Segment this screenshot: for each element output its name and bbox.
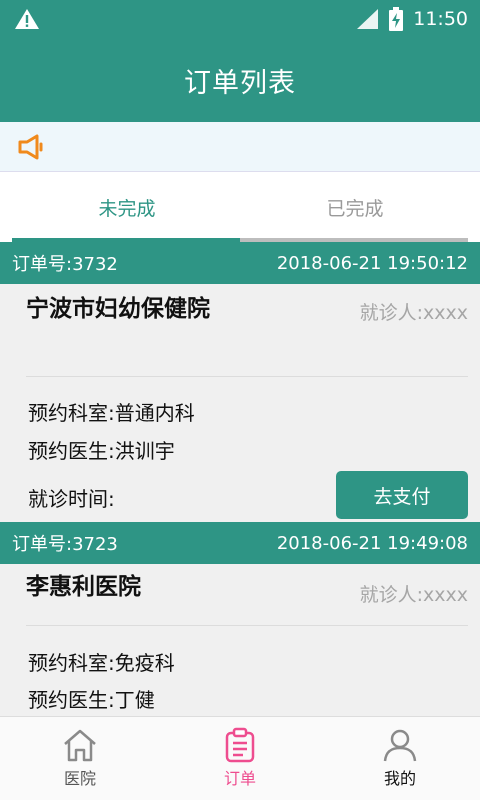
tab-pending[interactable]: 未完成	[12, 172, 242, 242]
order-card[interactable]: 订单号:3723 2018-06-21 19:49:08 李惠利医院 就诊人:x…	[0, 522, 480, 716]
hospital-name: 宁波市妇幼保健院	[26, 296, 210, 322]
app-bar: 订单列表	[0, 38, 480, 122]
home-icon	[64, 729, 96, 762]
department: 预约科室:普通内科	[28, 401, 195, 425]
order-header: 订单号:3732 2018-06-21 19:50:12	[0, 242, 480, 284]
divider	[26, 376, 468, 377]
nav-label: 医院	[63, 769, 96, 788]
page-title: 订单列表	[184, 67, 296, 99]
user-icon	[383, 729, 417, 762]
order-datetime: 2018-06-21 19:49:08	[276, 532, 468, 554]
pay-button[interactable]: 去支付	[336, 471, 468, 519]
status-right: 11:50	[357, 6, 468, 32]
visit-time: 就诊时间:	[28, 487, 115, 511]
doctor: 预约医生:洪训宇	[28, 439, 175, 463]
clipboard-icon	[225, 727, 255, 763]
status-time: 11:50	[413, 8, 468, 30]
battery-charging-icon	[389, 7, 404, 31]
patient-name: 就诊人:xxxx	[359, 302, 468, 324]
nav-orders[interactable]: 订单	[180, 717, 300, 800]
nav-label: 我的	[383, 769, 416, 788]
signal-icon	[357, 9, 379, 29]
order-number: 订单号:3723	[12, 534, 118, 555]
order-header: 订单号:3723 2018-06-21 19:49:08	[0, 522, 480, 564]
patient-name: 就诊人:xxxx	[359, 584, 468, 606]
notice-bar[interactable]	[0, 122, 480, 172]
warning-icon	[15, 9, 39, 29]
doctor: 预约医生:丁健	[28, 688, 155, 712]
order-card[interactable]: 订单号:3732 2018-06-21 19:50:12 宁波市妇幼保健院 就诊…	[0, 242, 480, 522]
department: 预约科室:免疫科	[28, 651, 175, 675]
nav-mine[interactable]: 我的	[340, 717, 460, 800]
order-datetime: 2018-06-21 19:50:12	[276, 252, 468, 274]
nav-hospital[interactable]: 医院	[20, 717, 140, 800]
hospital-name: 李惠利医院	[26, 574, 141, 600]
tab-completed[interactable]: 已完成	[240, 172, 470, 242]
speaker-icon	[18, 134, 43, 160]
bottom-nav: 医院 订单 我的	[0, 716, 480, 800]
divider	[26, 625, 468, 626]
status-bar: 11:50	[0, 0, 480, 38]
nav-label: 订单	[223, 769, 256, 788]
tab-bar: 未完成 已完成	[0, 172, 480, 242]
order-number: 订单号:3732	[12, 254, 118, 275]
